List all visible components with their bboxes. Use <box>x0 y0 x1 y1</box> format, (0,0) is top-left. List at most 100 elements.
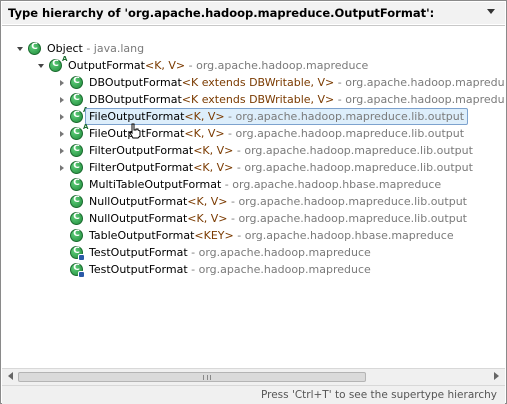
abstract-class-icon <box>70 123 88 140</box>
tree-item[interactable]: TestOutputFormat - org.apache.hadoop.map… <box>2 244 505 261</box>
class-icon <box>70 76 83 89</box>
package-separator: - <box>233 229 245 242</box>
test-badge-icon <box>78 271 85 278</box>
hierarchy-tree[interactable]: Object - java.langOutputFormat<K, V> - o… <box>2 26 505 368</box>
type-parameters: <K, V> <box>187 195 228 208</box>
collapsed-twisty-icon[interactable] <box>57 95 66 104</box>
tree-item-label[interactable]: MultiTableOutputFormat - org.apache.hado… <box>89 176 441 193</box>
tree-item[interactable]: FilterOutputFormat<K, V> - org.apache.ha… <box>2 159 505 176</box>
package-separator: - <box>185 59 197 72</box>
class-name: FilterOutputFormat <box>89 161 194 174</box>
package-separator: - <box>187 246 199 259</box>
tree-item[interactable]: MultiTableOutputFormat - org.apache.hado… <box>2 176 505 193</box>
tree-item[interactable]: FileOutputFormat<K, V> - org.apache.hado… <box>2 123 505 142</box>
type-parameters: <KEY> <box>194 229 234 242</box>
class-icon <box>70 178 83 191</box>
package-name: org.apache.hadoop.hbase.mapreduce <box>244 229 454 242</box>
package-separator: - <box>227 212 239 225</box>
grip-icon <box>203 375 211 380</box>
class-name: DBOutputFormat <box>89 76 182 89</box>
class-icon <box>70 161 83 174</box>
popup-title: Type hierarchy of 'org.apache.hadoop.map… <box>8 6 435 20</box>
tree-item[interactable]: FileOutputFormat<K, V> - org.apache.hado… <box>2 106 505 125</box>
test-class-icon <box>70 263 85 278</box>
class-name: TableOutputFormat <box>89 229 195 242</box>
status-hint: Press 'Ctrl+T' to see the supertype hier… <box>260 389 497 401</box>
class-name: TestOutputFormat <box>89 263 188 276</box>
package-name: org.apache.hadoop.mapreduce.lib.output <box>235 110 465 123</box>
package-separator: - <box>334 93 346 106</box>
tree-item-label[interactable]: OutputFormat <K, V> - org.apache.hadoop.m… <box>68 57 368 74</box>
tree-item[interactable]: DBOutputFormat<K extends DBWritable, V> … <box>2 91 505 108</box>
class-icon <box>28 42 41 55</box>
hand-cursor-icon <box>129 123 141 139</box>
tree-item[interactable]: TableOutputFormat<KEY> - org.apache.hado… <box>2 227 505 244</box>
tree-item-label[interactable]: NullOutputFormat <K, V> - org.apache.hado… <box>89 193 467 210</box>
class-name: OutputFormat <box>68 59 145 72</box>
package-name: org.apache.hadoop.mapreduce.lib.d <box>345 76 505 89</box>
test-class-icon <box>70 246 85 261</box>
package-separator: - <box>224 110 236 123</box>
tree-item-label[interactable]: TestOutputFormat - org.apache.hadoop.map… <box>89 244 371 261</box>
tree-item[interactable]: TestOutputFormat - org.apache.hadoop.map… <box>2 261 505 278</box>
package-separator: - <box>233 161 245 174</box>
view-menu-icon[interactable] <box>487 9 495 14</box>
status-bar: Press 'Ctrl+T' to see the supertype hier… <box>2 385 505 404</box>
class-name: NullOutputFormat <box>89 195 188 208</box>
test-badge-icon <box>78 254 85 261</box>
horizontal-scrollbar[interactable] <box>2 368 505 385</box>
package-name: org.apache.hadoop.mapreduce <box>198 263 371 276</box>
type-hierarchy-popup: Type hierarchy of 'org.apache.hadoop.map… <box>0 0 507 404</box>
package-name: org.apache.hadoop.mapreduce <box>196 59 369 72</box>
class-name: Object <box>47 42 83 55</box>
expanded-twisty-icon[interactable] <box>15 44 24 53</box>
package-separator: - <box>227 195 239 208</box>
tree-item-label[interactable]: FilterOutputFormat <K, V> - org.apache.ha… <box>89 142 473 159</box>
abstract-class-icon <box>70 106 88 123</box>
package-name: org.apache.hadoop.mapreduce.lib.output <box>244 161 473 174</box>
tree-item[interactable]: NullOutputFormat<K, V> - org.apache.hado… <box>2 210 505 227</box>
package-name: org.apache.hadoop.mapreduce <box>198 246 371 259</box>
popup-header: Type hierarchy of 'org.apache.hadoop.map… <box>2 2 505 24</box>
tree-item[interactable]: OutputFormat<K, V> - org.apache.hadoop.m… <box>2 55 505 74</box>
scroll-left-icon[interactable] <box>8 372 13 380</box>
class-icon <box>70 144 83 157</box>
package-name: org.apache.hadoop.mapreduce.lib.output <box>244 144 473 157</box>
tree-item[interactable]: NullOutputFormat<K, V> - org.apache.hado… <box>2 193 505 210</box>
tree-item-label[interactable]: FileOutputFormat<K, V> - org.apache.hado… <box>85 108 469 125</box>
tree-item-label[interactable]: FileOutputFormat<K, V> - org.apache.hado… <box>89 125 464 142</box>
class-name: TestOutputFormat <box>89 246 188 259</box>
package-separator: - <box>224 127 236 140</box>
type-parameters: <K, V> <box>193 161 234 174</box>
tree-item-label[interactable]: DBOutputFormat <K extends DBWritable, V> … <box>89 91 505 108</box>
scroll-right-icon[interactable] <box>494 372 499 380</box>
tree-item[interactable]: DBOutputFormat<K extends DBWritable, V> … <box>2 74 505 91</box>
package-name: org.apache.hadoop.mapreduce.lib.d <box>345 93 505 106</box>
tree-item-label[interactable]: FilterOutputFormat <K, V> - org.apache.ha… <box>89 159 473 176</box>
type-parameters: <K, V> <box>144 59 186 72</box>
package-name: org.apache.hadoop.mapreduce.lib.output <box>238 195 467 208</box>
collapsed-twisty-icon[interactable] <box>57 112 66 121</box>
collapsed-twisty-icon[interactable] <box>57 78 66 87</box>
package-separator: - <box>187 263 199 276</box>
tree-item-label[interactable]: DBOutputFormat <K extends DBWritable, V> … <box>89 74 505 91</box>
class-name: DBOutputFormat <box>89 93 182 106</box>
expanded-twisty-icon[interactable] <box>36 61 45 70</box>
type-parameters: <K, V> <box>184 127 225 140</box>
tree-item-label[interactable]: TableOutputFormat <KEY> - org.apache.hado… <box>89 227 454 244</box>
class-icon <box>70 93 83 106</box>
package-name: org.apache.hadoop.hbase.mapreduce <box>232 178 442 191</box>
collapsed-twisty-icon[interactable] <box>57 146 66 155</box>
collapsed-twisty-icon[interactable] <box>57 129 66 138</box>
collapsed-twisty-icon[interactable] <box>57 163 66 172</box>
package-name: org.apache.hadoop.mapreduce.lib.output <box>238 212 467 225</box>
tree-item[interactable]: Object - java.lang <box>2 40 505 57</box>
tree-item-label[interactable]: TestOutputFormat - org.apache.hadoop.map… <box>89 261 371 278</box>
type-parameters: <K, V> <box>193 144 234 157</box>
tree-item-label[interactable]: NullOutputFormat <K, V> - org.apache.hado… <box>89 210 467 227</box>
tree-item[interactable]: FilterOutputFormat<K, V> - org.apache.ha… <box>2 142 505 159</box>
scrollbar-thumb[interactable] <box>18 372 366 382</box>
abstract-class-icon <box>49 55 67 72</box>
class-icon <box>70 195 83 208</box>
package-name: java.lang <box>93 42 145 55</box>
